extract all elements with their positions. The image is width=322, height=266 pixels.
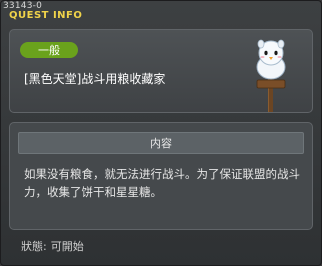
quest-status: 狀態: 可開始	[21, 238, 88, 254]
status-label: 狀態:	[21, 240, 47, 253]
quest-info-window: 33143-0 QUEST INFO 一般 [黑色天堂]战斗用粮收藏家 内容 如…	[0, 0, 322, 266]
quest-content-panel: 内容 如果没有粮食，就无法进行战斗。为了保证联盟的战斗力，收集了饼干和星星糖。	[9, 122, 313, 230]
quest-description: 如果没有粮食，就无法进行战斗。为了保证联盟的战斗力，收集了饼干和星星糖。	[24, 167, 300, 199]
quest-category-badge: 一般	[20, 42, 78, 58]
quest-summary-card: 一般 [黑色天堂]战斗用粮收藏家	[9, 29, 313, 113]
status-value: 可開始	[50, 240, 84, 253]
window-title: QUEST INFO	[9, 10, 83, 21]
content-section-header: 内容	[18, 132, 304, 154]
snowman-on-signpost-icon	[256, 39, 286, 112]
quest-name: [黑色天堂]战斗用粮收藏家	[24, 72, 166, 86]
